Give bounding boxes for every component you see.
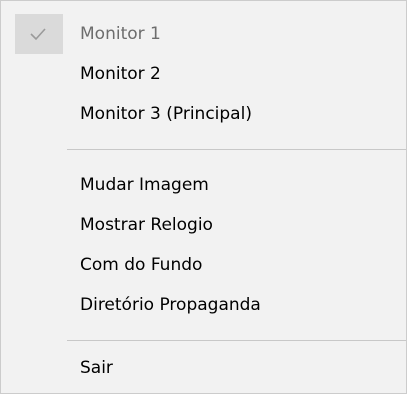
menu-item-monitor-1: Monitor 1 [1,14,406,54]
menu-item-label: Monitor 2 [80,64,161,84]
menu-separator [67,149,406,150]
menu-item-label: Mostrar Relogio [80,215,213,235]
menu-item-mostrar-relogio[interactable]: Mostrar Relogio [1,205,406,245]
menu-item-label: Monitor 3 (Principal) [80,104,252,124]
menu-item-monitor-2[interactable]: Monitor 2 [1,54,406,94]
menu-item-label: Monitor 1 [80,24,161,44]
context-menu: Monitor 1 Monitor 2 Monitor 3 (Principal… [0,0,407,394]
menu-item-diretorio-propaganda[interactable]: Diretório Propaganda [1,285,406,325]
menu-item-com-do-fundo[interactable]: Com do Fundo [1,245,406,285]
menu-item-sair[interactable]: Sair [1,348,406,388]
menu-item-label: Com do Fundo [80,255,203,275]
menu-separator [67,340,406,341]
menu-item-label: Diretório Propaganda [80,295,261,315]
menu-item-monitor-3[interactable]: Monitor 3 (Principal) [1,94,406,134]
menu-item-label: Sair [80,358,113,378]
menu-item-mudar-imagem[interactable]: Mudar Imagem [1,165,406,205]
menu-item-label: Mudar Imagem [80,175,209,195]
